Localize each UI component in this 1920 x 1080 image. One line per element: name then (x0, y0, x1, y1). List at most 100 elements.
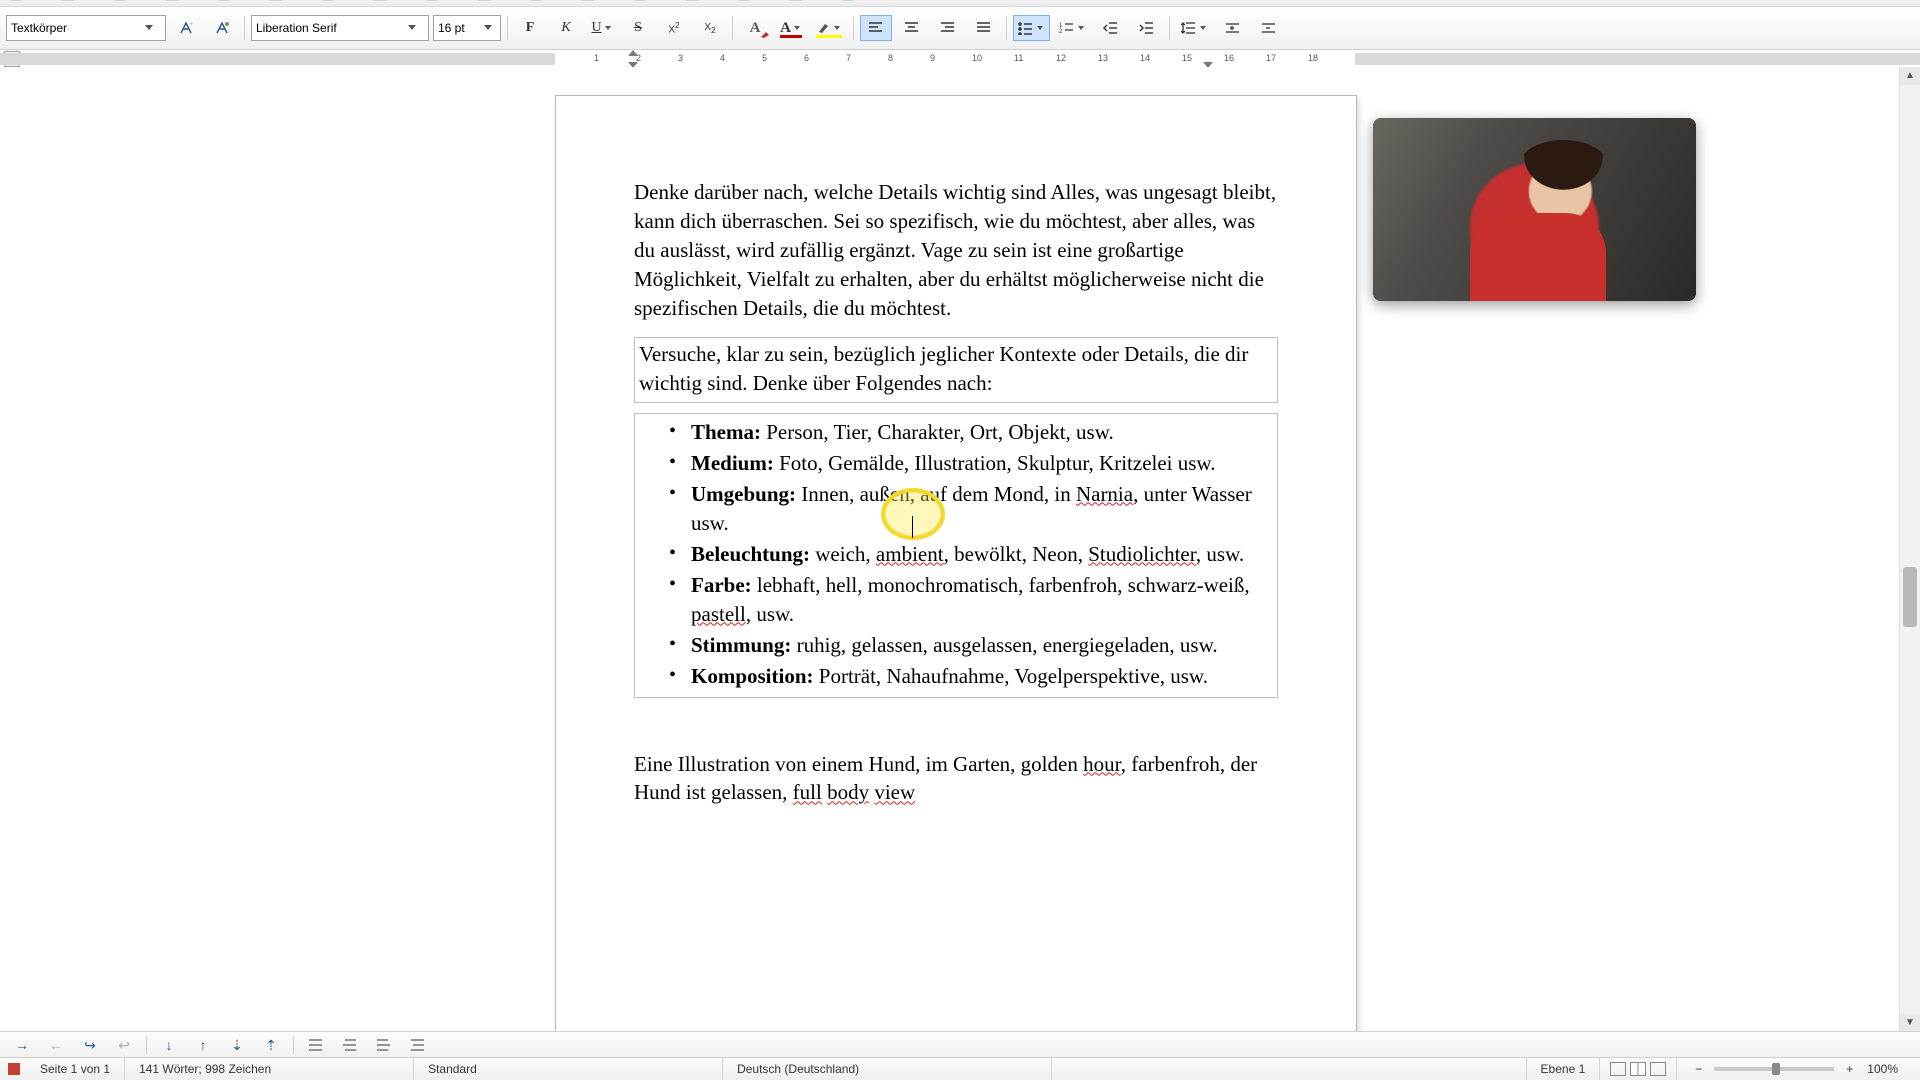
spellcheck-word: ambient (876, 542, 944, 566)
multi-page-view-icon[interactable] (1630, 1062, 1646, 1076)
scroll-up-button[interactable]: ▲ (1900, 67, 1920, 85)
decrease-spacing-button[interactable] (1253, 15, 1285, 41)
item-value: , usw. (1196, 542, 1244, 566)
item-key: Umgebung: (691, 482, 796, 506)
document-content[interactable]: Denke darüber nach, welche Details wicht… (634, 178, 1278, 807)
paragraph[interactable]: Eine Illustration von einem Hund, im Gar… (634, 750, 1278, 808)
spellcheck-word: full (793, 780, 822, 804)
list-item[interactable]: Farbe: lebhaft, hell, monochromatisch, f… (669, 571, 1273, 629)
chevron-down-icon (406, 22, 418, 34)
spellcheck-word: pastell (691, 602, 746, 626)
zoom-value[interactable]: 100% (1867, 1062, 1898, 1076)
list-item[interactable]: Beleuchtung: weich, ambient, bewölkt, Ne… (669, 540, 1273, 569)
boxed-paragraph[interactable]: Versuche, klar zu sein, bezüglich jeglic… (634, 337, 1278, 403)
list-view-1-button[interactable] (304, 1035, 328, 1055)
formatting-toolbar: F K U S X2 X2 A A 12 (0, 7, 1920, 50)
number-list-button[interactable]: 12 (1054, 15, 1091, 41)
underline-button[interactable]: U (586, 15, 618, 41)
status-page[interactable]: Seite 1 von 1 (26, 1058, 125, 1080)
item-key: Stimmung: (691, 633, 791, 657)
spellcheck-word: hour (1083, 752, 1121, 776)
status-word-count[interactable]: 141 Wörter; 998 Zeichen (125, 1058, 414, 1080)
list-item[interactable]: Umgebung: Innen, außen, auf dem Mond, in… (669, 480, 1273, 538)
scroll-down-button[interactable]: ▼ (1900, 1014, 1920, 1032)
view-mode-group[interactable] (1600, 1058, 1677, 1080)
bold-button[interactable]: F (514, 15, 546, 41)
font-color-button[interactable]: A (775, 15, 807, 41)
paragraph-style-combo[interactable] (6, 15, 166, 41)
status-page-style[interactable]: Standard (414, 1058, 723, 1080)
align-left-button[interactable] (860, 15, 892, 41)
list-view-3-button[interactable] (372, 1035, 396, 1055)
zoom-group[interactable]: − + 100% (1677, 1058, 1912, 1080)
move-up-button[interactable]: ↑ (191, 1035, 215, 1055)
single-page-view-icon[interactable] (1610, 1062, 1626, 1076)
line-spacing-button[interactable] (1176, 15, 1213, 41)
highlighter-icon (816, 21, 831, 36)
scroll-thumb[interactable] (1903, 567, 1917, 627)
bullet-list-button[interactable] (1013, 15, 1050, 41)
font-size-combo[interactable] (433, 15, 501, 41)
font-size-input[interactable] (438, 21, 478, 35)
navigation-toolbar: → ← ↪ ↩ ↓ ↑ ⇣ ⇡ (0, 1031, 1920, 1058)
highlight-color-button[interactable] (811, 15, 847, 41)
clear-formatting-button[interactable]: A (739, 15, 771, 41)
webcam-overlay[interactable] (1373, 118, 1696, 301)
item-key: Farbe: (691, 573, 752, 597)
zoom-out-button[interactable]: − (1691, 1062, 1706, 1076)
nav-next-button[interactable]: → (10, 1035, 34, 1055)
paragraph-text: Eine Illustration von einem Hund, im Gar… (634, 752, 1083, 776)
superscript-button[interactable]: X2 (658, 15, 690, 41)
move-section-up-button[interactable]: ⇡ (259, 1035, 283, 1055)
align-center-button[interactable] (896, 15, 928, 41)
subscript-button[interactable]: X2 (694, 15, 726, 41)
ruler-tick: 16 (1224, 53, 1234, 63)
font-name-input[interactable] (256, 21, 402, 35)
book-view-icon[interactable] (1650, 1062, 1666, 1076)
ruler-tick: 15 (1182, 53, 1192, 63)
zoom-in-button[interactable]: + (1842, 1062, 1857, 1076)
boxed-list[interactable]: Thema: Person, Tier, Charakter, Ort, Obj… (634, 413, 1278, 698)
nav-next-alt-button[interactable]: ↪ (78, 1035, 102, 1055)
list-item[interactable]: Komposition: Porträt, Nahaufnahme, Vogel… (669, 662, 1273, 691)
font-name-combo[interactable] (251, 15, 429, 41)
margin-corner-icon (626, 166, 636, 176)
item-value: weich, (810, 542, 876, 566)
list-view-2-button[interactable] (338, 1035, 362, 1055)
paragraph-style-input[interactable] (11, 21, 139, 35)
list-view-4-button[interactable] (406, 1035, 430, 1055)
ruler-tick: 6 (804, 53, 809, 63)
outdent-button[interactable] (1095, 15, 1127, 41)
update-style-button[interactable] (170, 15, 202, 41)
nav-prev-button[interactable]: ← (44, 1035, 68, 1055)
list-item[interactable]: Thema: Person, Tier, Charakter, Ort, Obj… (669, 418, 1273, 447)
item-value: , usw. (746, 602, 794, 626)
status-layer[interactable]: Ebene 1 (1527, 1058, 1601, 1080)
item-value: Foto, Gemälde, Illustration, Skulptur, K… (774, 451, 1216, 475)
zoom-slider[interactable] (1714, 1067, 1834, 1071)
align-right-button[interactable] (932, 15, 964, 41)
text-cursor (912, 516, 913, 538)
ruler-tick: 10 (972, 53, 982, 63)
list-item[interactable]: Stimmung: ruhig, gelassen, ausgelassen, … (669, 631, 1273, 660)
italic-button[interactable]: K (550, 15, 582, 41)
new-style-button[interactable] (206, 15, 238, 41)
vertical-scrollbar[interactable]: ▲ ▼ (1899, 67, 1920, 1032)
move-down-button[interactable]: ↓ (157, 1035, 181, 1055)
item-value: Person, Tier, Charakter, Ort, Objekt, us… (761, 420, 1114, 444)
indent-button[interactable] (1131, 15, 1163, 41)
spellcheck-word: body (827, 780, 869, 804)
ruler-tick: 13 (1098, 53, 1108, 63)
status-language[interactable]: Deutsch (Deutschland) (723, 1058, 1052, 1080)
move-section-down-button[interactable]: ⇣ (225, 1035, 249, 1055)
spellcheck-word: view (874, 780, 915, 804)
ruler-tick: 14 (1140, 53, 1150, 63)
paragraph[interactable]: Denke darüber nach, welche Details wicht… (634, 178, 1278, 323)
nav-prev-alt-button[interactable]: ↩ (112, 1035, 136, 1055)
align-justify-button[interactable] (968, 15, 1000, 41)
increase-spacing-button[interactable] (1217, 15, 1249, 41)
strike-button[interactable]: S (622, 15, 654, 41)
ruler-tick: 4 (720, 53, 725, 63)
ruler-tick: 3 (678, 53, 683, 63)
list-item[interactable]: Medium: Foto, Gemälde, Illustration, Sku… (669, 449, 1273, 478)
